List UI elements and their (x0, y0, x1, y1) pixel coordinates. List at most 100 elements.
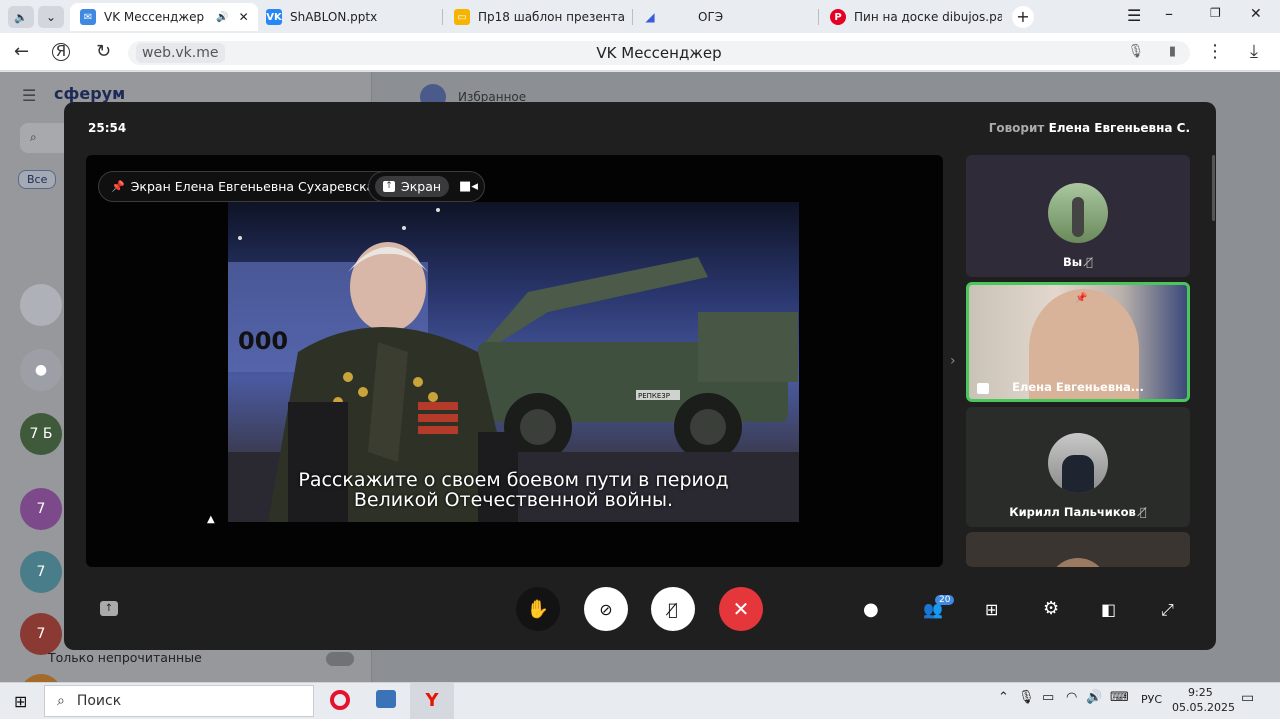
sidebar-search[interactable]: ⌕ (20, 123, 70, 153)
unread-toggle[interactable] (326, 652, 354, 666)
bookmark-icon[interactable]: ▮ (1169, 44, 1176, 59)
end-call-button[interactable]: ✕ (719, 587, 763, 631)
app-icon[interactable] (376, 690, 396, 708)
screen-share-icon: ↑ (383, 181, 395, 192)
language-indicator[interactable]: РУС (1141, 693, 1162, 706)
tiles-scrollbar[interactable] (1212, 155, 1215, 221)
svg-text:РЕПКЕ3Р: РЕПКЕ3Р (638, 392, 670, 400)
pinned-screen-label[interactable]: 📌 Экран Елена Евгеньевна Сухаревская (98, 171, 395, 202)
stream-switch: ↑ Экран ■◂ (368, 171, 485, 202)
tab-pr18[interactable]: ▭ Пр18 шаблон презентаци (454, 3, 626, 31)
collapse-sidebar-chevron[interactable]: › (950, 353, 956, 369)
speaker-icon[interactable]: 🔈 (8, 6, 34, 28)
search-icon: ⌕ (57, 693, 65, 709)
more-icon[interactable]: ⋮ (1206, 42, 1224, 62)
participant-tile[interactable]: Кирилл Пальчиков 🎙̸ (966, 407, 1190, 527)
taskbar-search[interactable]: ⌕ Поиск (44, 685, 314, 717)
close-window-icon[interactable]: ✕ (1250, 6, 1262, 22)
brand-logo: сферум (54, 84, 126, 103)
tab-label: ShABLON.pptx (290, 10, 378, 24)
chat-avatar[interactable]: 7 (20, 551, 62, 593)
participant-tile-self[interactable]: Вы 🎙̸ (966, 155, 1190, 277)
tab-label: ОГЭ (698, 10, 724, 24)
keyboard-icon[interactable]: ⌨ (1110, 690, 1129, 705)
participant-tile-active[interactable]: 📌 Елена Евгеньевна... (966, 282, 1190, 402)
camera-off-icon: ⊘ (599, 599, 613, 619)
filter-chip[interactable]: Все (18, 170, 57, 189)
tab-vk-messenger[interactable]: ✉ VK Мессенджер 🔊 ✕ (70, 3, 258, 31)
participant-avatar (1048, 558, 1108, 567)
tray-mic-icon: 🎙 (1018, 690, 1035, 705)
mic-toggle-button[interactable]: 🎙̸ (651, 587, 695, 631)
clock-time[interactable]: 9:25 (1188, 686, 1213, 699)
chat-avatar[interactable]: 7 (20, 488, 62, 530)
chat-icon[interactable]: ● (863, 599, 879, 620)
volume-icon[interactable]: 🔊 (1086, 690, 1102, 705)
muted-mic-icon: 🎙̸ (1086, 255, 1094, 269)
participant-tile[interactable] (966, 532, 1190, 567)
participants-count-badge: 20 (935, 595, 955, 605)
browser-tab-bar: 🔈 ⌄ ✉ VK Мессенджер 🔊 ✕ VK ShABLON.pptx … (0, 0, 1280, 33)
reload-icon[interactable]: ↻ (96, 42, 111, 62)
camera-stream-icon[interactable]: ■◂ (459, 179, 478, 194)
fullscreen-icon[interactable]: ⤢ (1161, 600, 1174, 620)
participant-avatar (1048, 183, 1108, 243)
participant-avatar (1048, 433, 1108, 493)
vk-favicon: VK (266, 9, 282, 25)
hamburger-icon[interactable]: ☰ (22, 86, 36, 105)
page-title: VK Мессенджер (596, 44, 722, 62)
stage-dot (402, 226, 406, 230)
active-speaker: Говорит Елена Евгеньевна С. (988, 121, 1190, 135)
yandex-icon[interactable]: Я (52, 43, 70, 61)
slides-favicon: ▭ (454, 9, 470, 25)
pin-icon: 📌 (111, 180, 125, 193)
chat-avatar[interactable] (20, 284, 62, 326)
url-field[interactable]: web.vk.me VK Мессенджер 🎙 ▮ (128, 41, 1190, 65)
tab-pinterest[interactable]: P Пин на доске dibujos.para (830, 3, 1002, 31)
mic-icon[interactable]: 🎙 (1127, 44, 1144, 59)
battery-icon[interactable]: ▭ (1042, 690, 1054, 705)
minimize-icon[interactable]: – (1165, 4, 1173, 23)
stage-dot (238, 236, 242, 240)
picture-in-picture-icon[interactable]: ◧ (1101, 600, 1116, 619)
share-screen-icon[interactable]: ↑ (100, 601, 118, 616)
mic-off-icon: 🎙̸ (668, 599, 678, 619)
tray-chevron-icon[interactable]: ⌃ (998, 690, 1009, 705)
chat-avatar[interactable]: ● (20, 349, 62, 391)
wifi-icon[interactable]: ◠ (1066, 690, 1077, 705)
unread-toggle-label: Только непрочитанные (48, 650, 202, 665)
video-subtitle: Расскажите о своем боевом пути в период … (298, 469, 729, 511)
tab-audio-icon: 🔊 (216, 11, 229, 23)
settings-icon[interactable]: ⚙ (1043, 598, 1059, 619)
download-icon[interactable]: ⤓ (1250, 42, 1258, 62)
menu-icon[interactable]: ☰ (1127, 6, 1141, 25)
restore-icon[interactable]: ❐ (1210, 6, 1221, 20)
tab-oge[interactable]: ◢ ОГЭ (642, 3, 812, 31)
pinterest-favicon: P (830, 9, 846, 25)
chat-avatar[interactable]: 7 Б (20, 413, 62, 455)
raise-hand-button[interactable]: ✋ (516, 587, 560, 631)
hand-icon: ✋ (526, 598, 550, 620)
svg-text:000: 000 (238, 327, 288, 355)
new-tab-button[interactable]: + (1012, 6, 1034, 28)
back-icon[interactable]: ← (14, 42, 29, 62)
opera-icon[interactable] (330, 690, 350, 710)
grid-layout-icon[interactable]: ⊞ (985, 600, 998, 619)
call-timer: 25:54 (88, 121, 127, 135)
clock-date[interactable]: 05.05.2025 (1172, 701, 1235, 714)
tab-label: Пр18 шаблон презентаци (478, 10, 626, 24)
windows-start-icon[interactable]: ⊞ (14, 692, 27, 711)
notification-icon[interactable]: ▭ (1241, 690, 1254, 706)
tab-label: VK Мессенджер (104, 10, 205, 24)
chat-avatar[interactable]: 7 (20, 613, 62, 655)
pin-icon: 📌 (1075, 293, 1088, 304)
user-icon: ● (34, 362, 48, 378)
close-icon: ✕ (732, 597, 750, 621)
tab-shablon[interactable]: VK ShABLON.pptx (266, 3, 436, 31)
tabs-dropdown-icon[interactable]: ⌄ (38, 6, 64, 28)
tab-close-icon[interactable]: ✕ (239, 10, 249, 24)
camera-toggle-button[interactable]: ⊘ (584, 587, 628, 631)
muted-mic-icon: 🎙̸ (1139, 505, 1147, 519)
yandex-browser-icon[interactable]: Y (410, 683, 454, 719)
screen-stream-button[interactable]: ↑ Экран (375, 176, 450, 197)
